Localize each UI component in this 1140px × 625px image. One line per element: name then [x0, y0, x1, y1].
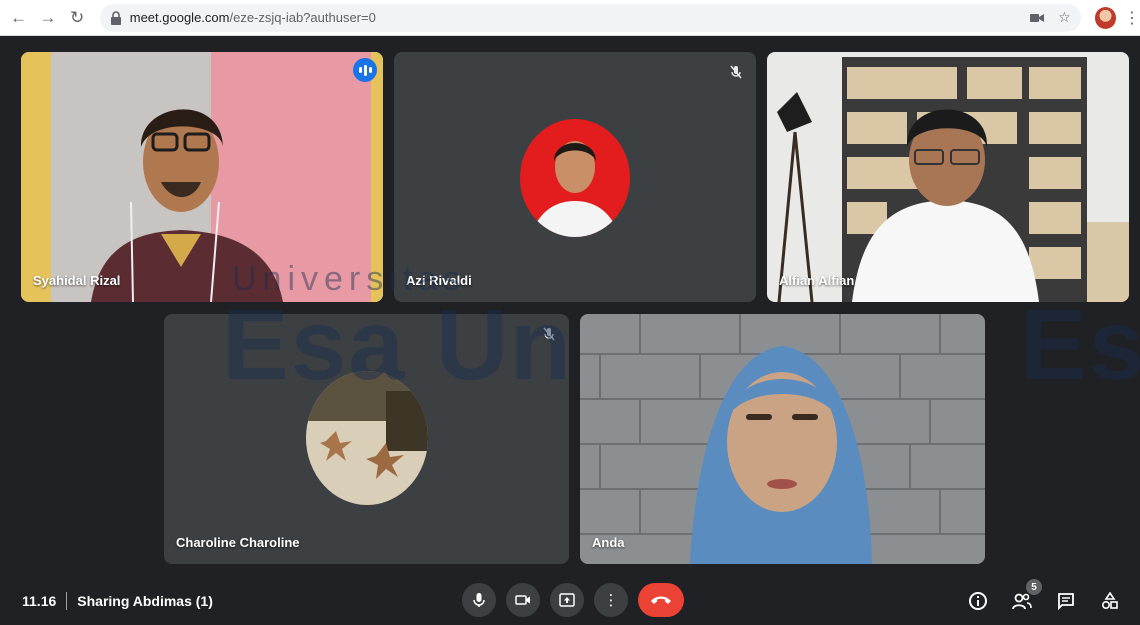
present-icon: [559, 593, 575, 607]
present-screen-button[interactable]: [550, 583, 584, 617]
end-call-icon: [651, 596, 671, 604]
participant-tile[interactable]: Syahidal Rizal: [21, 52, 383, 302]
shapes-icon: [1101, 592, 1118, 610]
participant-tile[interactable]: Charoline Charoline: [164, 314, 569, 564]
meeting-stage: Syahidal Rizal Azi Rivaldi Alfian Alfian…: [0, 36, 1140, 577]
star-icon[interactable]: ☆: [1058, 9, 1071, 26]
meeting-details-button[interactable]: [966, 589, 990, 613]
chat-icon: [1058, 593, 1074, 610]
meeting-time: 11.16: [22, 593, 57, 609]
kebab-menu-icon: ⋮: [603, 592, 619, 609]
participant-tile[interactable]: Alfian Alfian: [767, 52, 1129, 302]
lock-icon: [110, 10, 122, 25]
meeting-title: Sharing Abdimas (1): [77, 593, 213, 609]
microphone-button[interactable]: [462, 583, 496, 617]
participant-tile[interactable]: Azi Rivaldi: [394, 52, 756, 302]
mic-off-icon: [726, 62, 746, 82]
participant-tile[interactable]: Anda: [580, 314, 985, 564]
kebab-menu-icon[interactable]: ⋮: [1124, 8, 1140, 28]
participant-name: Anda: [592, 535, 625, 550]
speaking-indicator-icon: [353, 58, 377, 82]
browser-toolbar: ← → ↻ meet.google.com/eze-zsjq-iab?authu…: [0, 0, 1140, 36]
address-bar[interactable]: meet.google.com/eze-zsjq-iab?authuser=0 …: [99, 3, 1081, 32]
camera-button[interactable]: [506, 583, 540, 617]
participant-name: Charoline Charoline: [176, 535, 300, 550]
chat-button[interactable]: [1054, 589, 1078, 613]
people-button[interactable]: 5: [1010, 579, 1042, 613]
avatar: [520, 119, 630, 237]
profile-avatar[interactable]: [1094, 6, 1117, 29]
url-text: meet.google.com/eze-zsjq-iab?authuser=0: [129, 10, 376, 25]
activities-button[interactable]: [1098, 589, 1122, 613]
participant-name: Azi Rivaldi: [406, 273, 472, 288]
avatar: [306, 371, 428, 505]
participant-video: [580, 314, 985, 564]
participant-name: Syahidal Rizal: [33, 273, 121, 288]
camera-icon[interactable]: [1030, 10, 1045, 26]
participant-video: [767, 52, 1129, 302]
participant-video: [21, 52, 383, 302]
video-camera-icon: [515, 595, 530, 605]
info-icon: [969, 592, 987, 610]
microphone-icon: [473, 593, 485, 607]
reload-icon[interactable]: ↻: [65, 5, 90, 31]
mic-off-icon: [539, 324, 559, 344]
watermark-text: Es: [1020, 289, 1140, 401]
leave-call-button[interactable]: [638, 583, 684, 617]
people-count-badge: 5: [1026, 579, 1042, 595]
meeting-info: 11.16 Sharing Abdimas (1): [22, 577, 213, 625]
meeting-controls-bar: 11.16 Sharing Abdimas (1) ⋮ 5: [0, 577, 1140, 625]
more-options-button[interactable]: ⋮: [594, 583, 628, 617]
divider: [66, 592, 68, 610]
back-arrow-icon[interactable]: ←: [6, 5, 31, 31]
forward-arrow-icon[interactable]: →: [35, 5, 60, 31]
people-icon: [1012, 593, 1032, 610]
participant-name: Alfian Alfian: [779, 273, 855, 288]
